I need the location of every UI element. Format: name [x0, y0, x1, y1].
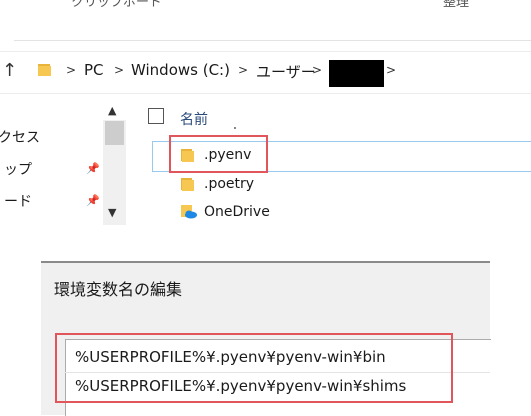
pin-icon: 📌 [86, 162, 100, 175]
nav-item-quick-access[interactable]: クセス [0, 127, 40, 147]
column-header-name[interactable]: 名前 [180, 109, 208, 129]
nav-scrollbar-thumb[interactable] [105, 121, 124, 145]
sort-indicator [234, 127, 236, 129]
ribbon-strip: クリップボード 整理 [0, 0, 531, 40]
address-folder-icon [38, 64, 51, 76]
breadcrumb-separator: > [312, 63, 323, 77]
dialog-title: 環境変数名の編集 [54, 280, 183, 299]
breadcrumb-separator: > [66, 63, 77, 77]
redacted-username[interactable] [329, 60, 384, 87]
nav-item-desktop[interactable]: ップ [4, 159, 32, 179]
folder-icon [181, 178, 194, 191]
ribbon-clipboard-label: クリップボード [71, 0, 163, 10]
ribbon-divider [14, 40, 531, 41]
highlight-box-paths [55, 333, 453, 403]
breadcrumb-item-windows-c[interactable]: Windows (C:) [131, 61, 230, 79]
breadcrumb-separator: > [114, 63, 125, 77]
breadcrumb-separator: > [238, 63, 249, 77]
up-arrow-icon[interactable]: ↑ [2, 60, 17, 81]
nav-item-downloads[interactable]: ード [4, 191, 32, 211]
pin-icon: 📌 [86, 194, 100, 207]
breadcrumb-item-pc[interactable]: PC [84, 61, 104, 79]
file-name-poetry[interactable]: .poetry [204, 176, 254, 192]
ribbon-organize-label: 整理 [443, 0, 470, 10]
scroll-down-icon[interactable]: ▼ [108, 206, 116, 219]
scroll-up-icon[interactable]: ▲ [108, 104, 116, 117]
file-name-onedrive[interactable]: OneDrive [204, 204, 270, 220]
select-all-checkbox[interactable] [148, 108, 164, 124]
onedrive-icon [181, 205, 197, 219]
highlight-box-pyenv [169, 135, 268, 173]
breadcrumb-item-users[interactable]: ユーザー [256, 61, 316, 82]
breadcrumb-separator: > [386, 63, 397, 77]
